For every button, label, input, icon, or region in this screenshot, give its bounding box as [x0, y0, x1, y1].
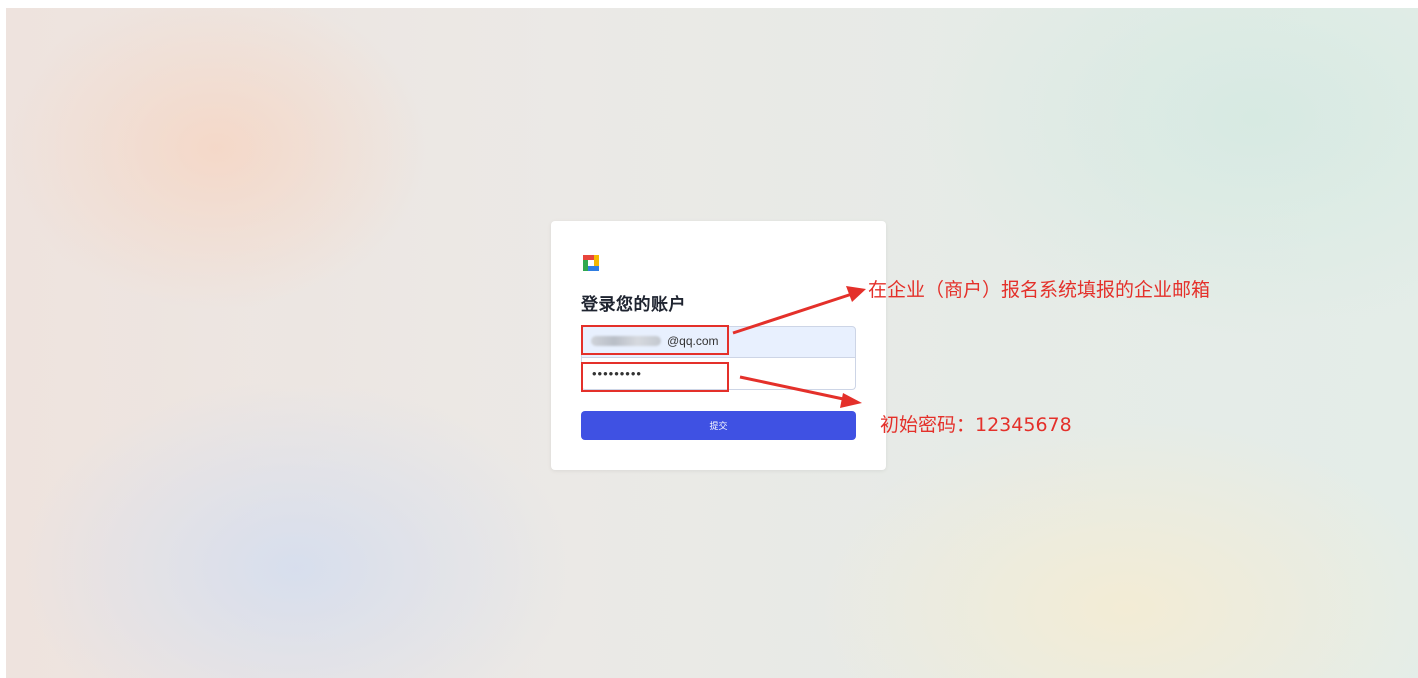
- password-input[interactable]: [581, 358, 856, 390]
- app-logo-icon: [583, 255, 599, 271]
- email-value: @qq.com: [591, 334, 719, 348]
- submit-button[interactable]: 提交: [581, 411, 856, 440]
- redacted-email-prefix: [591, 336, 661, 346]
- email-domain-text: @qq.com: [667, 334, 719, 348]
- password-annotation-text: 初始密码：12345678: [880, 414, 1072, 436]
- login-title: 登录您的账户: [581, 295, 686, 314]
- email-annotation-text: 在企业（商户）报名系统填报的企业邮箱: [868, 279, 1211, 301]
- login-card: 登录您的账户 @qq.com 提交: [551, 221, 886, 470]
